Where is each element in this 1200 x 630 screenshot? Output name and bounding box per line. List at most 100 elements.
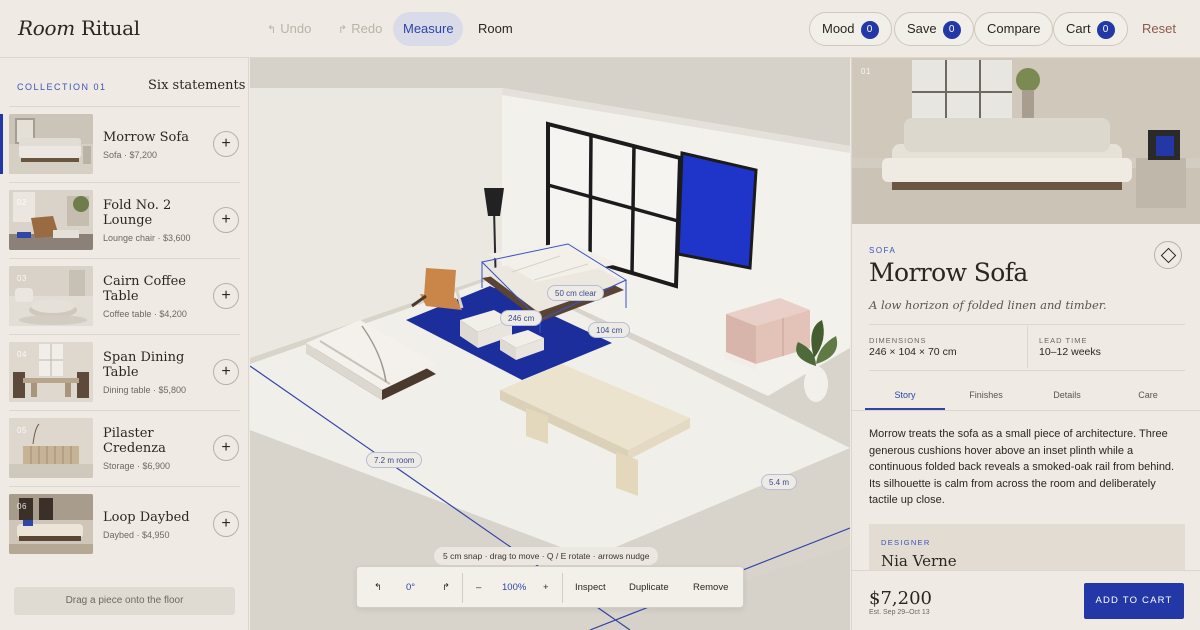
tab-care[interactable]: Care — [1108, 390, 1188, 400]
divider — [9, 334, 240, 335]
collection-item-fold-lounge[interactable]: 02 Fold No. 2 Lounge Lounge chair · $3,6… — [0, 190, 249, 266]
add-item-button[interactable]: + — [213, 511, 239, 537]
plus-icon: + — [221, 515, 231, 532]
collection-panel: COLLECTION 01 Six statements Morrow Sofa… — [0, 58, 249, 630]
collection-item-pilaster-credenza[interactable]: 05 Pilaster Credenza Storage · $6,900 + — [0, 418, 249, 494]
inspect-button[interactable]: Inspect — [575, 567, 606, 609]
item-name: Morrow Sofa — [103, 130, 189, 145]
compare-button[interactable]: Compare — [974, 12, 1054, 46]
zoom-readout: 100% — [502, 582, 527, 593]
plus-icon: + — [221, 287, 231, 304]
room-button[interactable]: Room — [468, 12, 523, 46]
product-price: $7,200 — [869, 588, 932, 609]
product-tagline: A low horizon of folded linen and timber… — [869, 298, 1107, 312]
rotate-left-button[interactable]: ↰ — [374, 567, 382, 609]
lead-time-label: LEAD TIME — [1039, 336, 1088, 345]
brand-logo[interactable]: Room Ritual — [18, 16, 140, 40]
divider — [9, 258, 240, 259]
add-item-button[interactable]: + — [213, 435, 239, 461]
tab-finishes[interactable]: Finishes — [946, 390, 1026, 400]
item-name: Fold No. 2 Lounge — [103, 198, 172, 228]
purchase-footer: $7,200 Est. Sep 29–Oct 13 ADD TO CART — [852, 570, 1200, 630]
plus-icon: + — [221, 363, 231, 380]
add-item-button[interactable]: + — [213, 207, 239, 233]
room-width-label: 5.4 m — [761, 474, 798, 490]
add-item-button[interactable]: + — [213, 359, 239, 385]
divider — [9, 182, 240, 183]
drag-drop-zone[interactable]: Drag a piece onto the floor — [14, 587, 235, 615]
divider — [852, 410, 1200, 411]
reset-button[interactable]: Reset — [1142, 21, 1176, 36]
item-name: Pilaster Credenza — [103, 426, 166, 456]
sofa-photo — [852, 58, 1200, 224]
item-meta: Daybed · $4,950 — [103, 530, 170, 540]
wishlist-button[interactable] — [1154, 241, 1182, 269]
product-title: Morrow Sofa — [869, 258, 1028, 287]
measure-button[interactable]: Measure — [393, 12, 463, 46]
rotate-right-icon: ↱ — [442, 582, 450, 593]
zoom-out-button[interactable]: – — [476, 567, 481, 609]
divider — [9, 486, 240, 487]
delivery-estimate: Est. Sep 29–Oct 13 — [869, 609, 930, 616]
rotate-right-button[interactable]: ↱ — [442, 567, 450, 609]
collection-item-span-dining-table[interactable]: 04 Span Dining Table Dining table · $5,8… — [0, 342, 249, 418]
add-item-button[interactable]: + — [213, 283, 239, 309]
item-name: Loop Daybed — [103, 510, 190, 525]
plus-icon: + — [221, 211, 231, 228]
divider — [9, 410, 240, 411]
item-meta: Dining table · $5,800 — [103, 385, 187, 395]
collection-item-morrow-sofa[interactable]: Morrow Sofa Sofa · $7,200 + — [0, 114, 249, 190]
dimensions-label: DIMENSIONS — [869, 336, 927, 345]
divider — [869, 324, 1185, 325]
collection-item-loop-daybed[interactable]: 06 Loop Daybed Daybed · $4,950 + — [0, 494, 249, 570]
diamond-icon — [1160, 247, 1177, 264]
mood-count-badge: 0 — [860, 21, 879, 39]
product-category: SOFA — [869, 246, 897, 255]
collection-label: COLLECTION 01 — [17, 82, 107, 92]
controls-hint: 5 cm snap · drag to move · Q / E rotate … — [434, 547, 659, 565]
designer-label: DESIGNER — [881, 538, 931, 547]
add-item-button[interactable]: + — [213, 131, 239, 157]
top-bar: Room Ritual ↰ Undo ↱ Redo Measure Room Moo… — [0, 0, 1200, 58]
divider — [869, 370, 1185, 371]
duplicate-button[interactable]: Duplicate — [629, 567, 669, 609]
item-thumbnail: 03 — [9, 266, 93, 326]
plus-icon: + — [221, 439, 231, 456]
separator — [1027, 326, 1028, 368]
room-length-label: 7.2 m room — [366, 452, 423, 468]
item-meta: Storage · $6,900 — [103, 461, 171, 471]
item-thumbnail: 04 — [9, 342, 93, 402]
item-thumbnail: 06 — [9, 494, 93, 554]
product-hero-image: 01 — [852, 58, 1200, 224]
undo-button[interactable]: ↰ Undo — [257, 12, 321, 46]
dimensions-value: 246 × 104 × 70 cm — [869, 346, 957, 358]
mood-button[interactable]: Mood 0 — [809, 12, 892, 46]
room-canvas[interactable]: 50 cm clear 246 cm 104 cm 7.2 m room 5.4… — [250, 58, 850, 630]
add-to-cart-button[interactable]: ADD TO CART — [1084, 583, 1184, 619]
measure-width-label: 246 cm — [500, 310, 543, 326]
tab-story[interactable]: Story — [865, 390, 945, 400]
item-thumbnail — [9, 114, 93, 174]
save-count-badge: 0 — [942, 21, 961, 39]
product-story: Morrow treats the sofa as a small piece … — [869, 428, 1175, 507]
divider — [9, 106, 240, 107]
redo-button[interactable]: ↱ Redo — [328, 12, 392, 46]
undo-icon: ↰ — [267, 24, 277, 36]
zoom-in-button[interactable]: + — [543, 567, 549, 609]
tab-details[interactable]: Details — [1027, 390, 1107, 400]
separator — [562, 573, 563, 603]
cart-button[interactable]: Cart 0 — [1053, 12, 1128, 46]
room-scene[interactable] — [250, 58, 850, 630]
collection-item-cairn-coffee-table[interactable]: 03 Cairn Coffee Table Coffee table · $4,… — [0, 266, 249, 342]
angle-readout: 0° — [406, 582, 416, 593]
item-meta: Coffee table · $4,200 — [103, 309, 187, 319]
lead-time-value: 10–12 weeks — [1039, 346, 1101, 358]
item-name: Cairn Coffee Table — [103, 274, 186, 304]
item-name: Span Dining Table — [103, 350, 185, 380]
remove-button[interactable]: Remove — [693, 567, 728, 609]
plus-icon: + — [221, 135, 231, 152]
save-button[interactable]: Save 0 — [894, 12, 974, 46]
item-meta: Sofa · $7,200 — [103, 150, 158, 160]
separator — [462, 573, 463, 603]
rotate-left-icon: ↰ — [374, 582, 382, 593]
